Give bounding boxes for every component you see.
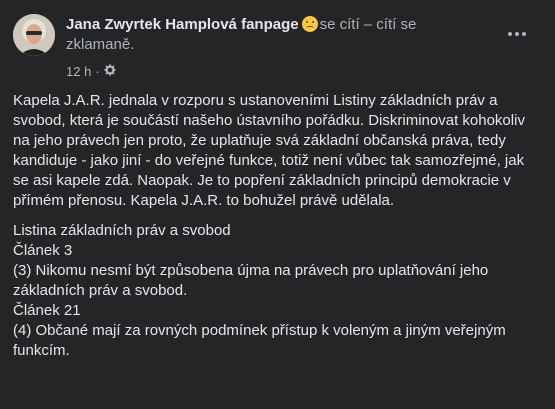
disappointed-face-emoji-icon: [301, 16, 318, 32]
post-line: (3) Nikomu nesmí být způsobena újma na p…: [13, 262, 489, 299]
author-name[interactable]: Jana Zwyrtek Hamplová fanpage: [66, 16, 299, 33]
post-body: Kapela J.A.R. jednala v rozporu s ustano…: [13, 91, 543, 361]
post-line: Listina základních práv a svobod: [13, 222, 231, 239]
more-options-icon: [508, 32, 526, 36]
avatar[interactable]: [13, 14, 55, 56]
post-meta: 12 h ·: [66, 64, 116, 79]
meta-separator: ·: [95, 64, 100, 79]
post-line: Článek 21: [13, 302, 81, 319]
post-timestamp[interactable]: 12 h: [66, 64, 91, 79]
facebook-post: Jana Zwyrtek Hamplová fanpage se cítí – c…: [0, 0, 555, 409]
more-options-button[interactable]: [505, 26, 529, 42]
post-paragraph: Kapela J.A.R. jednala v rozporu s ustano…: [13, 92, 525, 209]
gear-icon[interactable]: [104, 64, 116, 79]
post-line: (4) Občané mají za rovných podmínek přís…: [13, 322, 506, 359]
post-line: Článek 3: [13, 242, 73, 259]
post-header: Jana Zwyrtek Hamplová fanpage se cítí – c…: [66, 15, 466, 55]
